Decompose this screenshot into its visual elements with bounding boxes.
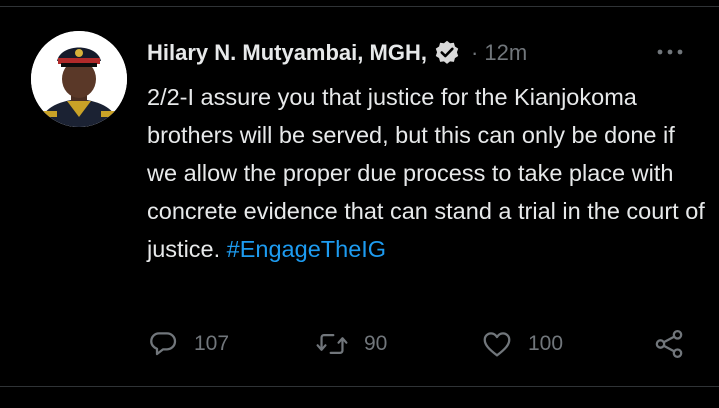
- retweet-icon: [315, 328, 349, 360]
- verified-badge-icon: [433, 39, 461, 67]
- reply-icon: [147, 328, 179, 360]
- hashtag-link[interactable]: #EngageTheIG: [227, 236, 386, 262]
- avatar-image: [31, 31, 127, 127]
- like-count: 100: [528, 332, 564, 355]
- avatar[interactable]: [31, 31, 127, 127]
- retweet-button[interactable]: 90: [315, 326, 387, 362]
- tweet-actions: 107 90 100: [147, 326, 697, 362]
- share-button[interactable]: [652, 326, 686, 362]
- reply-count: 107: [194, 332, 230, 355]
- heart-icon: [481, 328, 513, 360]
- tweet-timestamp[interactable]: · 12m: [471, 40, 527, 66]
- bottom-divider: [0, 386, 719, 387]
- reply-button[interactable]: 107: [147, 326, 229, 362]
- tweet-header: Hilary N. Mutyambai, MGH, · 12m: [147, 37, 527, 69]
- more-options-icon[interactable]: [652, 40, 688, 64]
- like-button[interactable]: 100: [481, 326, 563, 362]
- author-display-name[interactable]: Hilary N. Mutyambai, MGH,: [147, 40, 427, 66]
- share-icon: [652, 327, 686, 361]
- retweet-count: 90: [364, 332, 388, 355]
- tweet-card[interactable]: Hilary N. Mutyambai, MGH, · 12m 2/2-I as…: [0, 0, 719, 408]
- tweet-text: 2/2-I assure you that justice for the Ki…: [147, 78, 707, 268]
